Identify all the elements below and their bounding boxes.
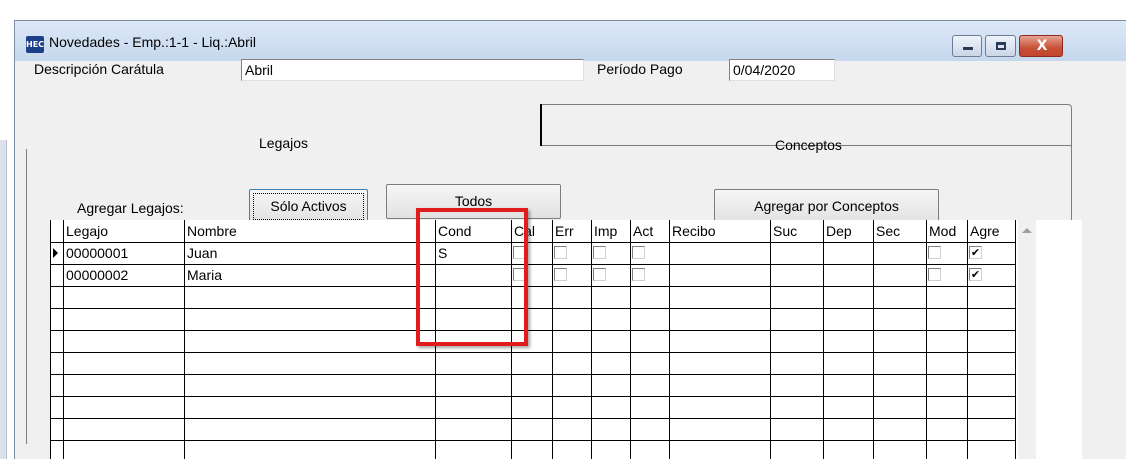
minimize-icon bbox=[963, 47, 973, 50]
column-header-suc[interactable]: Suc bbox=[771, 220, 823, 242]
todos-label: Todos bbox=[454, 193, 493, 209]
vertical-scrollbar[interactable] bbox=[1018, 220, 1036, 459]
tab-legajos-label: Legajos bbox=[259, 135, 309, 151]
tab-conceptos[interactable]: Conceptos bbox=[775, 137, 842, 153]
grid-row-line bbox=[50, 352, 1015, 353]
mod-checkbox[interactable] bbox=[928, 246, 941, 259]
legajo-cell[interactable]: 00000002 bbox=[64, 265, 184, 286]
legajos-grid[interactable]: Legajo Nombre Cond Cal Err Imp Act Recibo Suc Dep… bbox=[50, 220, 1082, 459]
current-row-indicator-icon bbox=[53, 248, 58, 258]
column-header-sec[interactable]: Sec bbox=[874, 220, 926, 242]
imp-checkbox[interactable] bbox=[593, 246, 606, 259]
suc-cell[interactable] bbox=[771, 265, 823, 286]
grid-row-line bbox=[50, 440, 1015, 441]
column-header-agre[interactable]: Agre bbox=[968, 220, 1015, 242]
grid-column-line bbox=[591, 220, 592, 459]
title-bar[interactable]: HEC Novedades - Emp.:1-1 - Liq.:Abril X bbox=[15, 21, 1126, 61]
grid-column-line bbox=[630, 220, 631, 459]
legajo-cell[interactable]: 00000001 bbox=[64, 243, 184, 264]
agregar-por-conceptos-button[interactable]: Agregar por Conceptos bbox=[714, 189, 939, 224]
tab-divider bbox=[540, 104, 542, 146]
column-header-err[interactable]: Err bbox=[553, 220, 591, 242]
solo-activos-button[interactable]: Sólo Activos bbox=[249, 189, 368, 224]
column-header-nombre[interactable]: Nombre bbox=[185, 220, 435, 242]
grid-column-line bbox=[967, 220, 968, 459]
grid-row-line bbox=[50, 286, 1015, 287]
grid-column-line bbox=[1015, 220, 1016, 459]
column-header-recibo[interactable]: Recibo bbox=[670, 220, 770, 242]
grid-column-line bbox=[50, 220, 51, 459]
grid-row-line bbox=[50, 396, 1015, 397]
dep-cell[interactable] bbox=[824, 243, 873, 264]
minimize-button[interactable] bbox=[952, 35, 982, 57]
err-checkbox[interactable] bbox=[554, 268, 567, 281]
periodo-pago-label: Período Pago bbox=[597, 61, 683, 77]
grid-row-line bbox=[50, 374, 1015, 375]
act-checkbox[interactable] bbox=[632, 268, 645, 281]
maximize-icon bbox=[996, 42, 1006, 50]
maximize-button[interactable] bbox=[985, 35, 1016, 57]
suc-cell[interactable] bbox=[771, 243, 823, 264]
close-button[interactable]: X bbox=[1019, 35, 1063, 57]
dep-cell[interactable] bbox=[824, 265, 873, 286]
column-header-imp[interactable]: Imp bbox=[592, 220, 630, 242]
column-header-mod[interactable]: Mod bbox=[927, 220, 967, 242]
agre-checkbox[interactable]: ✔ bbox=[969, 246, 982, 259]
nombre-cell[interactable]: Maria bbox=[185, 265, 435, 286]
grid-row-line bbox=[50, 418, 1015, 419]
agregar-por-conceptos-label: Agregar por Conceptos bbox=[754, 198, 899, 214]
focus-rectangle bbox=[253, 193, 364, 220]
grid-column-line bbox=[926, 220, 927, 459]
scroll-up-arrow-icon[interactable] bbox=[1022, 228, 1032, 233]
mod-checkbox[interactable] bbox=[928, 268, 941, 281]
column-header-act[interactable]: Act bbox=[631, 220, 669, 242]
recibo-cell[interactable] bbox=[670, 265, 770, 286]
app-icon: HEC bbox=[26, 36, 44, 53]
grid-row-line bbox=[50, 330, 1015, 331]
recibo-cell[interactable] bbox=[670, 243, 770, 264]
agre-checkbox[interactable]: ✔ bbox=[969, 268, 982, 281]
imp-checkbox[interactable] bbox=[593, 268, 606, 281]
periodo-pago-field[interactable]: 0/04/2020 bbox=[729, 59, 835, 81]
descripcion-caratula-label: Descripción Carátula bbox=[34, 61, 164, 77]
column-header-legajo[interactable]: Legajo bbox=[64, 220, 184, 242]
window-title: Novedades - Emp.:1-1 - Liq.:Abril bbox=[49, 34, 256, 50]
grid-column-line bbox=[552, 220, 553, 459]
background-window-edge bbox=[0, 140, 7, 459]
agregar-legajos-label: Agregar Legajos: bbox=[77, 200, 184, 216]
descripcion-caratula-field[interactable]: Abril bbox=[241, 59, 584, 81]
sec-cell[interactable] bbox=[874, 265, 926, 286]
nombre-cell[interactable]: Juan bbox=[185, 243, 435, 264]
grid-row-line bbox=[50, 308, 1015, 309]
sec-cell[interactable] bbox=[874, 243, 926, 264]
err-checkbox[interactable] bbox=[554, 246, 567, 259]
column-header-dep[interactable]: Dep bbox=[824, 220, 873, 242]
highlight-rectangle bbox=[416, 208, 528, 346]
act-checkbox[interactable] bbox=[632, 246, 645, 259]
close-icon: X bbox=[1036, 38, 1048, 54]
